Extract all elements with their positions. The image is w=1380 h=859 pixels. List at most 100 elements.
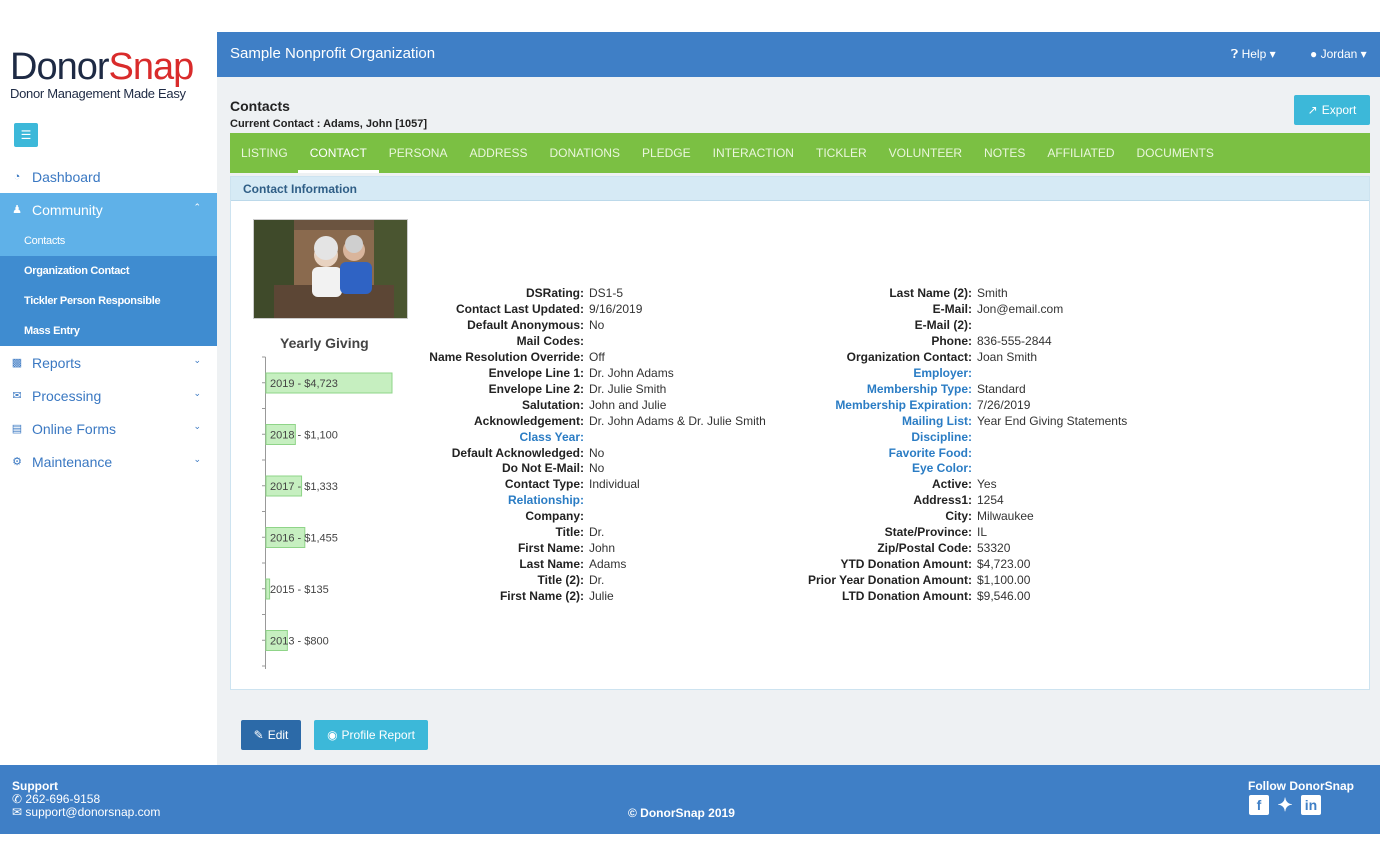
field-row: Favorite Food: [751,446,1127,462]
menu-toggle-button[interactable]: ☰ [14,123,38,147]
support-title: Support [12,779,58,793]
sidebar-item-label: Maintenance [32,453,113,470]
field-label: Prior Year Donation Amount: [807,573,972,588]
support-phone[interactable]: ✆ 262-696-9158 [12,792,100,806]
envelope-icon: ✉ [12,390,22,402]
profile-report-button[interactable]: ◉ Profile Report [314,720,428,750]
field-label[interactable]: Discipline: [751,430,972,446]
logo-brand-a: Donor [10,46,109,88]
field-label: Active: [931,477,972,492]
tab-address[interactable]: ADDRESS [469,133,527,173]
field-row: Name Resolution Override: Off [371,350,766,366]
user-menu[interactable]: ● Jordan ▾ [1310,47,1367,61]
support-email[interactable]: ✉ support@donorsnap.com [12,805,160,819]
field-label[interactable]: Favorite Food: [751,446,972,462]
footer: Support ✆ 262-696-9158 ✉ support@donorsn… [0,765,1380,834]
sidebar-item-dashboard[interactable]: ◔ Dashboard [0,160,217,193]
field-value: John [589,541,616,556]
tab-persona[interactable]: PERSONA [389,133,448,173]
organization-name[interactable]: Sample Nonprofit Organization [230,45,435,62]
field-label[interactable]: Eye Color: [751,461,972,477]
field-label[interactable]: Relationship: [371,493,584,509]
linkedin-icon[interactable]: in [1301,795,1321,815]
field-label[interactable]: Membership Type: [751,382,972,398]
field-value: IL [977,525,988,540]
sidebar-item-reports[interactable]: ▩ Reports ⌄ [0,346,217,379]
field-label: Title: [555,525,584,540]
help-menu[interactable]: ❓︎ Help ▾ [1231,47,1276,62]
sidebar-subitem-organization-contact[interactable]: Organization Contact [0,256,217,286]
tab-tickler[interactable]: TICKLER [816,133,867,173]
sidebar-item-online-forms[interactable]: ▤ Online Forms ⌄ [0,412,217,445]
field-value: 1254 [977,493,1004,508]
sidebar-subitem-tickler-person-responsible[interactable]: Tickler Person Responsible [0,286,217,316]
field-label: Company: [525,509,584,524]
sidebar-item-processing[interactable]: ✉ Processing ⌄ [0,379,217,412]
follow-title: Follow DonorSnap [1248,779,1354,793]
tab-documents[interactable]: DOCUMENTS [1137,133,1214,173]
sidebar-item-maintenance[interactable]: ⚙ Maintenance ⌄ [0,445,217,478]
field-label[interactable]: Employer: [751,366,972,382]
field-row: Title (2): Dr. [371,573,766,589]
field-row: Employer: [751,366,1127,382]
tab-listing[interactable]: LISTING [241,133,288,173]
field-value: Standard [977,381,1026,396]
main-content: Contacts Current Contact : Adams, John [… [217,77,1380,765]
export-button[interactable]: ↗ Export [1294,95,1370,125]
field-value: Milwaukee [977,509,1034,524]
field-value: Off [589,349,605,364]
field-value: Year End Giving Statements [977,413,1128,428]
external-link-icon: ↗ [1307,103,1318,117]
field-row: Class Year: [371,430,766,446]
field-label: Contact Type: [504,477,584,492]
facebook-icon[interactable]: f [1249,795,1269,815]
field-value: $4,723.00 [977,557,1031,572]
field-row: Salutation: John and Julie [371,398,766,414]
field-label: Contact Last Updated: [455,301,584,316]
tab-contact[interactable]: CONTACT [297,133,379,173]
tab-affiliated[interactable]: AFFILIATED [1047,133,1114,173]
field-label[interactable]: Mailing List: [751,414,972,430]
tab-pledge[interactable]: PLEDGE [642,133,691,173]
social-links: f ✦ in [1249,795,1321,815]
field-value: Individual [589,477,640,492]
field-row: E-Mail (2): [751,318,1127,334]
field-value: Jon@email.com [977,301,1064,316]
tab-interaction[interactable]: INTERACTION [713,133,794,173]
field-value: Julie [589,589,614,604]
twitter-icon[interactable]: ✦ [1275,795,1295,815]
panel-heading: Contact Information [231,177,1369,201]
field-row: Title: Dr. [371,525,766,541]
edit-button[interactable]: ✎ Edit [241,720,301,750]
sidebar-subitem-contacts[interactable]: Contacts [0,226,217,256]
tab-volunteer[interactable]: VOLUNTEER [889,133,962,173]
sidebar-item-community[interactable]: ♟ Community ⌃ [0,193,217,226]
sidebar-subitem-mass-entry[interactable]: Mass Entry [0,316,217,346]
contact-tabs: LISTING CONTACT PERSONA ADDRESS DONATION… [230,133,1370,173]
field-label: E-Mail (2): [914,317,972,332]
tab-notes[interactable]: NOTES [984,133,1025,173]
field-value: $1,100.00 [977,573,1031,588]
chevron-down-icon: ⌄ [193,388,201,398]
field-label: First Name (2): [499,589,584,604]
user-circle-icon: ◉ [327,728,338,742]
field-row: YTD Donation Amount: $4,723.00 [751,557,1127,573]
tab-donations[interactable]: DONATIONS [550,133,620,173]
field-label: First Name: [517,541,584,556]
field-row: Envelope Line 1: Dr. John Adams [371,366,766,382]
field-label: Last Name: [519,557,584,572]
field-label[interactable]: Class Year: [371,430,585,446]
giving-bar-label: 2018 - $1,100 [270,430,338,442]
field-value: Dr. John Adams & Dr. Julie Smith [589,413,766,428]
field-row: Organization Contact: Joan Smith [751,350,1127,366]
field-value: 53320 [977,541,1011,556]
field-row: Envelope Line 2: Dr. Julie Smith [371,382,766,398]
field-row: DSRating: DS1-5 [371,286,766,302]
donorsnap-logo[interactable]: DonorSnap Donor Management Made Easy [10,48,210,101]
field-row: Acknowledgement: Dr. John Adams & Dr. Jul… [371,414,766,430]
field-value: No [589,461,605,476]
dashboard-icon: ◔ [13,170,21,183]
field-row: Address1: 1254 [751,493,1127,509]
field-label[interactable]: Membership Expiration: [751,398,972,414]
field-row: Eye Color: [751,461,1127,477]
